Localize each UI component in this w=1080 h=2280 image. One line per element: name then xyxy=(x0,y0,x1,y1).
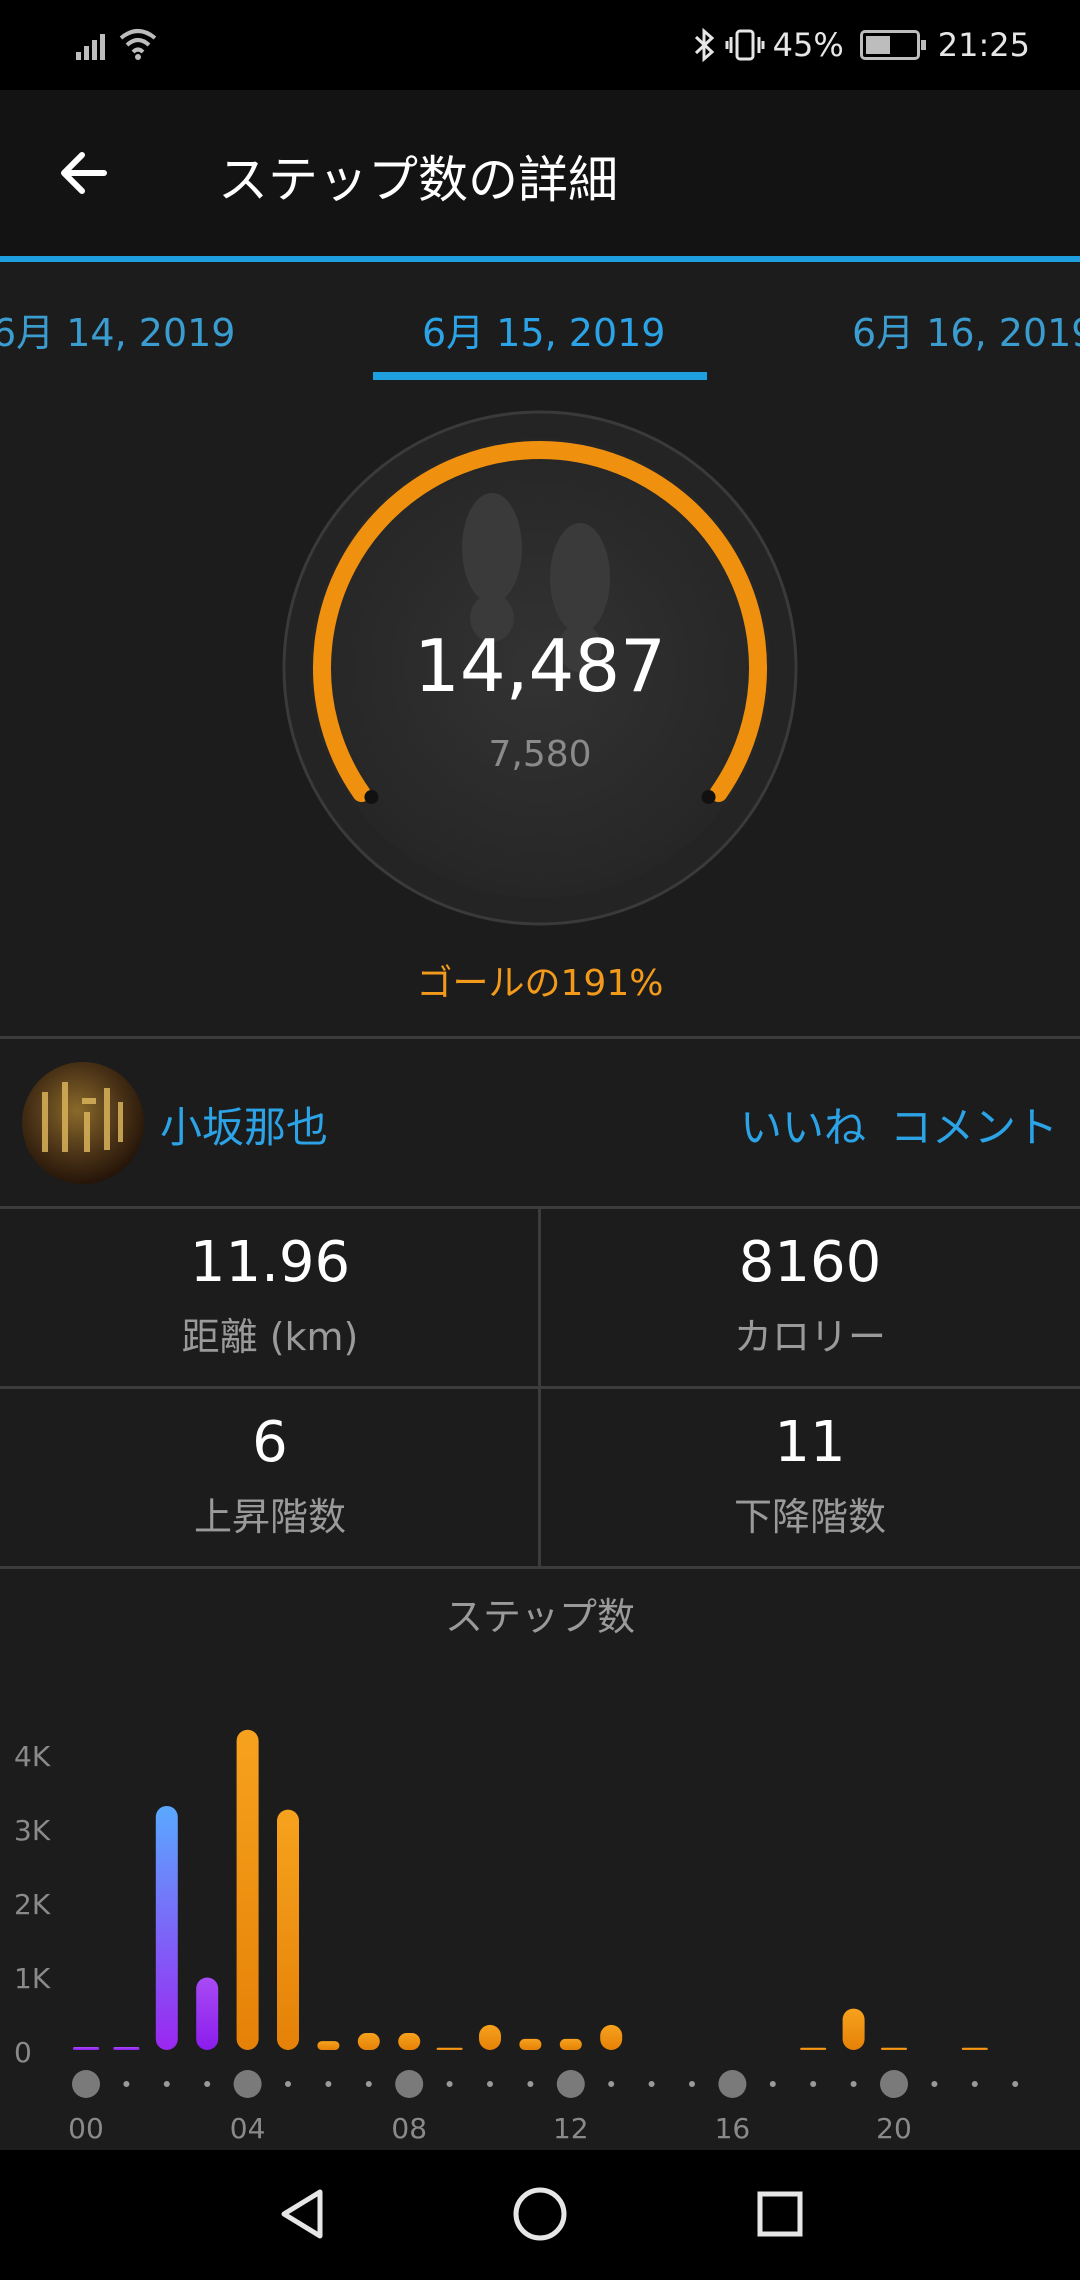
vibrate-icon xyxy=(725,29,765,61)
status-right: 45% 21:25 xyxy=(691,22,1030,68)
avatar[interactable] xyxy=(22,1062,144,1184)
date-tabs: 6月 14, 2019 6月 15, 2019 6月 16, 2019 xyxy=(0,262,1080,384)
chart-title: ステップ数 xyxy=(444,1595,635,1639)
y-tick-label: 1K xyxy=(14,1962,51,1995)
page-title: ステップ数の詳細 xyxy=(218,151,618,209)
bar-03 xyxy=(196,1977,219,2050)
x-minor-tick xyxy=(971,2081,978,2087)
bluetooth-icon xyxy=(694,27,714,63)
bar-19 xyxy=(842,2008,865,2050)
x-minor-tick xyxy=(325,2081,332,2087)
bar-05 xyxy=(277,1809,299,2050)
bar-06 xyxy=(317,2041,340,2050)
floors-climbed-value: 6 xyxy=(252,1410,288,1475)
x-tick-label: 12 xyxy=(553,2112,589,2145)
tab-indicator xyxy=(373,372,707,380)
arc-end-dot xyxy=(701,790,716,805)
bar-04 xyxy=(236,1729,259,2050)
x-minor-tick xyxy=(446,2081,453,2087)
divider xyxy=(0,1566,1080,1569)
x-minor-tick xyxy=(163,2081,170,2087)
x-tick-label: 08 xyxy=(391,2112,427,2145)
steps-count: 14,487 xyxy=(414,624,666,708)
bar-00 xyxy=(73,2047,99,2050)
calories-value: 8160 xyxy=(738,1230,882,1295)
wifi-icon xyxy=(119,29,157,60)
nav-recents-icon[interactable] xyxy=(748,2182,812,2246)
distance-label: 距離 (km) xyxy=(181,1315,359,1359)
tab-current-date[interactable]: 6月 15, 2019 xyxy=(422,302,665,357)
steps-bar-chart: 0 1K 2K 3K 4K 00 04 08 12 16 20 xyxy=(14,1729,1019,2145)
bar-18 xyxy=(800,2047,827,2050)
bar-08 xyxy=(398,2032,421,2050)
x-minor-tick xyxy=(204,2081,211,2087)
x-minor-tick xyxy=(1012,2081,1019,2087)
back-arrow-icon[interactable] xyxy=(56,146,110,200)
x-minor-tick xyxy=(487,2081,493,2087)
x-minor-tick xyxy=(931,2081,938,2087)
x-minor-tick xyxy=(648,2081,655,2087)
battery-percent: 45% xyxy=(772,26,844,64)
stats-divider xyxy=(538,1208,541,1566)
x-tick-label: 16 xyxy=(715,2112,751,2145)
x-tick-label: 00 xyxy=(68,2112,104,2145)
navigation-bar xyxy=(0,2150,1080,2280)
y-tick-label: 0 xyxy=(14,2036,32,2069)
x-minor-tick xyxy=(810,2081,817,2087)
x-major-tick xyxy=(880,2070,908,2098)
bar-22 xyxy=(961,2047,988,2050)
nav-back-icon[interactable] xyxy=(270,2182,334,2246)
comment-button[interactable]: コメント xyxy=(890,1094,1058,1155)
x-major-tick xyxy=(72,2070,100,2098)
x-major-tick xyxy=(718,2070,747,2098)
nav-home-icon[interactable] xyxy=(508,2182,572,2246)
x-minor-tick xyxy=(850,2081,857,2087)
steps-goal: 7,580 xyxy=(488,734,592,775)
x-major-tick xyxy=(233,2070,262,2098)
tab-next-date[interactable]: 6月 16, 2019 xyxy=(852,302,1080,357)
divider xyxy=(0,1036,1080,1039)
x-minor-tick xyxy=(123,2081,130,2087)
battery-icon xyxy=(859,30,926,60)
bar-13 xyxy=(600,2024,623,2050)
y-tick-label: 4K xyxy=(14,1740,51,1773)
x-minor-tick xyxy=(608,2081,615,2087)
app-bar: ステップ数の詳細 xyxy=(0,90,1080,256)
user-name-link[interactable]: 小坂那也 xyxy=(160,1094,328,1155)
bar-01 xyxy=(113,2047,140,2050)
x-major-tick xyxy=(556,2070,585,2098)
bar-07 xyxy=(357,2032,380,2050)
tab-prev-date[interactable]: 6月 14, 2019 xyxy=(0,302,235,357)
x-tick-label: 20 xyxy=(876,2112,912,2145)
x-major-tick xyxy=(395,2070,424,2098)
goal-percentage: ゴールの191% xyxy=(416,963,664,1004)
floors-descended-label: 下降階数 xyxy=(733,1495,886,1539)
bar-02 xyxy=(155,1805,178,2050)
x-minor-tick xyxy=(689,2081,695,2087)
bar-11 xyxy=(519,2038,542,2050)
x-tick-label: 04 xyxy=(230,2112,266,2145)
x-minor-tick xyxy=(285,2081,291,2087)
y-tick-label: 3K xyxy=(14,1814,51,1847)
cell-signal-icon xyxy=(76,34,105,60)
arc-end-dot xyxy=(364,790,379,805)
x-minor-tick xyxy=(769,2081,776,2087)
y-tick-label: 2K xyxy=(14,1888,51,1921)
status-bar: 45% 21:25 xyxy=(0,0,1080,90)
calories-label: カロリー xyxy=(733,1315,886,1359)
bar-10 xyxy=(479,2024,501,2050)
floors-climbed-label: 上昇階数 xyxy=(193,1495,346,1539)
x-minor-tick xyxy=(527,2081,534,2087)
x-minor-tick xyxy=(365,2081,372,2087)
like-button[interactable]: いいね xyxy=(740,1094,866,1155)
bar-12 xyxy=(559,2038,582,2050)
floors-descended-value: 11 xyxy=(774,1410,846,1475)
distance-value: 11.96 xyxy=(189,1230,351,1295)
bar-09 xyxy=(436,2047,463,2050)
bar-20 xyxy=(881,2047,907,2050)
clock: 21:25 xyxy=(937,26,1030,64)
